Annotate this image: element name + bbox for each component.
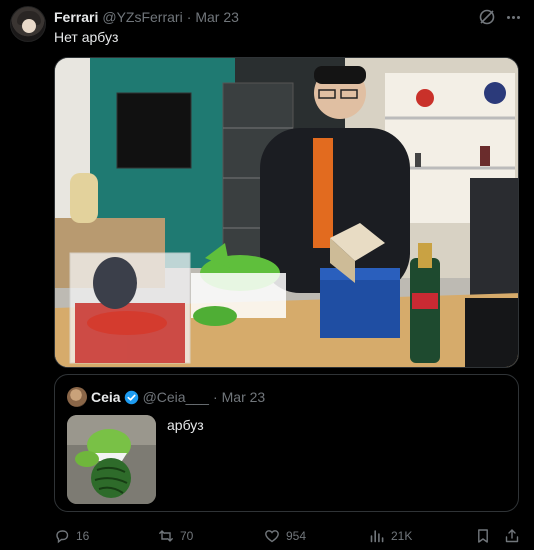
bookmark-button[interactable] [475, 526, 491, 546]
quoted-post[interactable]: Ceia @Ceia___ · Mar 23 арбуз [54, 374, 519, 512]
repost-button[interactable]: 70 [158, 526, 193, 546]
quote-author-name[interactable]: Ceia [91, 389, 121, 405]
verified-badge-icon [124, 390, 138, 404]
quote-text: арбуз [167, 417, 204, 433]
views-count: 21K [391, 529, 413, 543]
quote-date[interactable]: Mar 23 [222, 389, 266, 405]
quote-author-avatar[interactable] [67, 387, 87, 407]
author-name[interactable]: Ferrari [54, 9, 98, 25]
quote-separator-dot: · [212, 389, 218, 405]
bookmark-icon [478, 529, 488, 543]
action-bar: 16 70 954 21K [54, 526, 524, 546]
repost-count: 70 [180, 529, 194, 543]
post-image[interactable] [54, 57, 519, 368]
post[interactable]: Ferrari @YZsFerrari · Mar 23 Нет арбуз C… [0, 0, 534, 550]
reply-icon [56, 530, 69, 544]
share-button[interactable] [504, 526, 520, 546]
views-icon [370, 530, 384, 543]
like-icon [265, 530, 279, 543]
avatar-face [22, 19, 36, 33]
quote-image[interactable] [67, 415, 156, 504]
views-button[interactable]: 21K [369, 526, 412, 546]
watermelon-dino-photo [67, 415, 156, 504]
separator-dot: · [186, 9, 192, 25]
office-photo [55, 58, 518, 367]
reply-button[interactable]: 16 [54, 526, 89, 546]
quote-author-handle[interactable]: @Ceia___ [143, 389, 209, 405]
post-header: Ferrari @YZsFerrari · Mar 23 [54, 8, 239, 26]
repost-icon [159, 530, 173, 542]
post-date[interactable]: Mar 23 [195, 9, 239, 25]
post-text: Нет арбуз [54, 29, 119, 45]
author-avatar[interactable] [10, 6, 46, 42]
author-handle[interactable]: @YZsFerrari [102, 9, 182, 25]
quote-header: Ceia @Ceia___ · Mar 23 [91, 388, 265, 406]
grok-icon[interactable] [478, 8, 496, 26]
reply-count: 16 [76, 529, 90, 543]
like-button[interactable]: 954 [264, 526, 306, 546]
share-icon [505, 529, 519, 543]
like-count: 954 [286, 529, 307, 543]
more-icon[interactable] [504, 8, 522, 26]
